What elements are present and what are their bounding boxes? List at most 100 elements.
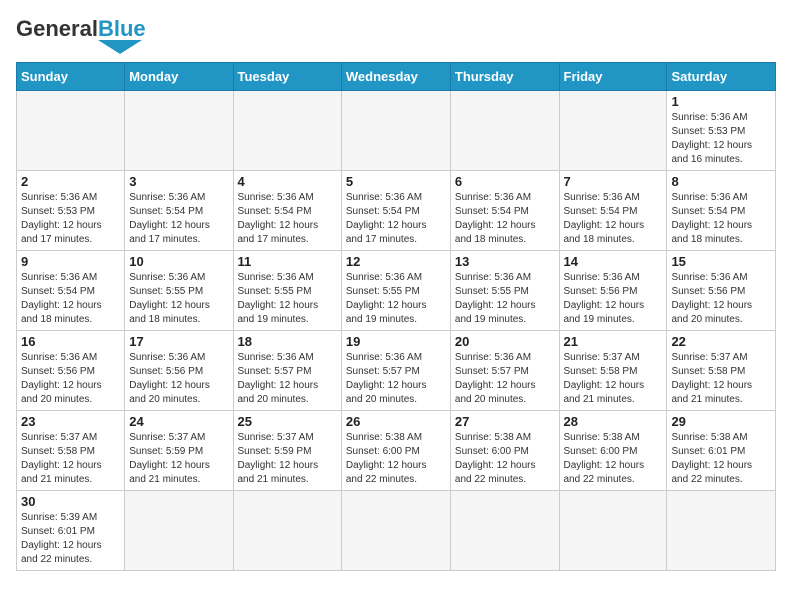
day-info: Sunrise: 5:36 AM Sunset: 5:54 PM Dayligh…: [564, 191, 663, 247]
day-number: 27: [455, 414, 555, 429]
calendar-day-cell: [125, 491, 233, 571]
day-info: Sunrise: 5:36 AM Sunset: 5:53 PM Dayligh…: [671, 111, 771, 167]
day-info: Sunrise: 5:38 AM Sunset: 6:00 PM Dayligh…: [455, 431, 555, 487]
day-info: Sunrise: 5:38 AM Sunset: 6:00 PM Dayligh…: [564, 431, 663, 487]
calendar-day-cell: 22 Sunrise: 5:37 AM Sunset: 5:58 PM Dayli…: [667, 331, 776, 411]
day-info: Sunrise: 5:36 AM Sunset: 5:56 PM Dayligh…: [671, 271, 771, 327]
day-info: Sunrise: 5:36 AM Sunset: 5:55 PM Dayligh…: [346, 271, 446, 327]
day-number: 21: [564, 334, 663, 349]
calendar-day-cell: 9 Sunrise: 5:36 AM Sunset: 5:54 PM Daylig…: [17, 251, 125, 331]
calendar-day-cell: 30 Sunrise: 5:39 AM Sunset: 6:01 PM Dayli…: [17, 491, 125, 571]
calendar-day-cell: [450, 491, 559, 571]
day-number: 18: [238, 334, 337, 349]
calendar-day-cell: [233, 91, 341, 171]
logo: General Blue: [16, 16, 146, 54]
day-info: Sunrise: 5:36 AM Sunset: 5:55 PM Dayligh…: [455, 271, 555, 327]
calendar-day-cell: [559, 491, 667, 571]
day-info: Sunrise: 5:36 AM Sunset: 5:57 PM Dayligh…: [346, 351, 446, 407]
day-info: Sunrise: 5:36 AM Sunset: 5:54 PM Dayligh…: [129, 191, 228, 247]
day-info: Sunrise: 5:36 AM Sunset: 5:56 PM Dayligh…: [21, 351, 120, 407]
day-of-week-header: Sunday: [17, 63, 125, 91]
day-info: Sunrise: 5:37 AM Sunset: 5:58 PM Dayligh…: [21, 431, 120, 487]
day-number: 4: [238, 174, 337, 189]
day-info: Sunrise: 5:36 AM Sunset: 5:53 PM Dayligh…: [21, 191, 120, 247]
day-info: Sunrise: 5:36 AM Sunset: 5:54 PM Dayligh…: [346, 191, 446, 247]
day-of-week-header: Monday: [125, 63, 233, 91]
calendar-header-row: SundayMondayTuesdayWednesdayThursdayFrid…: [17, 63, 776, 91]
day-number: 30: [21, 494, 120, 509]
day-number: 2: [21, 174, 120, 189]
day-info: Sunrise: 5:39 AM Sunset: 6:01 PM Dayligh…: [21, 511, 120, 567]
calendar-day-cell: 29 Sunrise: 5:38 AM Sunset: 6:01 PM Dayli…: [667, 411, 776, 491]
day-number: 20: [455, 334, 555, 349]
calendar-week-row: 23 Sunrise: 5:37 AM Sunset: 5:58 PM Dayli…: [17, 411, 776, 491]
calendar-day-cell: [125, 91, 233, 171]
calendar-day-cell: [450, 91, 559, 171]
calendar-day-cell: 26 Sunrise: 5:38 AM Sunset: 6:00 PM Dayli…: [341, 411, 450, 491]
day-number: 6: [455, 174, 555, 189]
day-of-week-header: Tuesday: [233, 63, 341, 91]
calendar-day-cell: 7 Sunrise: 5:36 AM Sunset: 5:54 PM Daylig…: [559, 171, 667, 251]
day-info: Sunrise: 5:38 AM Sunset: 6:01 PM Dayligh…: [671, 431, 771, 487]
day-of-week-header: Saturday: [667, 63, 776, 91]
day-info: Sunrise: 5:36 AM Sunset: 5:57 PM Dayligh…: [238, 351, 337, 407]
calendar-day-cell: 28 Sunrise: 5:38 AM Sunset: 6:00 PM Dayli…: [559, 411, 667, 491]
day-number: 12: [346, 254, 446, 269]
logo-general: General: [16, 16, 98, 42]
day-info: Sunrise: 5:37 AM Sunset: 5:58 PM Dayligh…: [671, 351, 771, 407]
day-info: Sunrise: 5:37 AM Sunset: 5:59 PM Dayligh…: [129, 431, 228, 487]
day-number: 23: [21, 414, 120, 429]
day-number: 25: [238, 414, 337, 429]
day-number: 16: [21, 334, 120, 349]
day-number: 8: [671, 174, 771, 189]
calendar-day-cell: [341, 491, 450, 571]
day-of-week-header: Wednesday: [341, 63, 450, 91]
day-info: Sunrise: 5:36 AM Sunset: 5:54 PM Dayligh…: [21, 271, 120, 327]
day-number: 22: [671, 334, 771, 349]
day-number: 11: [238, 254, 337, 269]
calendar-week-row: 2 Sunrise: 5:36 AM Sunset: 5:53 PM Daylig…: [17, 171, 776, 251]
day-number: 7: [564, 174, 663, 189]
calendar-week-row: 9 Sunrise: 5:36 AM Sunset: 5:54 PM Daylig…: [17, 251, 776, 331]
calendar-day-cell: 14Sunrise: 5:36 AM Sunset: 5:56 PM Dayli…: [559, 251, 667, 331]
calendar-table: SundayMondayTuesdayWednesdayThursdayFrid…: [16, 62, 776, 571]
day-info: Sunrise: 5:36 AM Sunset: 5:54 PM Dayligh…: [455, 191, 555, 247]
calendar-day-cell: 25 Sunrise: 5:37 AM Sunset: 5:59 PM Dayli…: [233, 411, 341, 491]
day-info: Sunrise: 5:38 AM Sunset: 6:00 PM Dayligh…: [346, 431, 446, 487]
calendar-day-cell: 12 Sunrise: 5:36 AM Sunset: 5:55 PM Dayli…: [341, 251, 450, 331]
logo-triangle-icon: [98, 40, 142, 54]
day-number: 9: [21, 254, 120, 269]
page-header: General Blue: [16, 16, 776, 54]
calendar-day-cell: 19Sunrise: 5:36 AM Sunset: 5:57 PM Dayli…: [341, 331, 450, 411]
day-info: Sunrise: 5:36 AM Sunset: 5:56 PM Dayligh…: [129, 351, 228, 407]
calendar-day-cell: 11 Sunrise: 5:36 AM Sunset: 5:55 PM Dayli…: [233, 251, 341, 331]
calendar-day-cell: 18 Sunrise: 5:36 AM Sunset: 5:57 PM Dayli…: [233, 331, 341, 411]
day-info: Sunrise: 5:36 AM Sunset: 5:55 PM Dayligh…: [238, 271, 337, 327]
day-number: 29: [671, 414, 771, 429]
calendar-day-cell: 27 Sunrise: 5:38 AM Sunset: 6:00 PM Dayli…: [450, 411, 559, 491]
calendar-day-cell: 3Sunrise: 5:36 AM Sunset: 5:54 PM Daylig…: [125, 171, 233, 251]
calendar-day-cell: 8 Sunrise: 5:36 AM Sunset: 5:54 PM Daylig…: [667, 171, 776, 251]
calendar-day-cell: 20Sunrise: 5:36 AM Sunset: 5:57 PM Dayli…: [450, 331, 559, 411]
calendar-day-cell: 24 Sunrise: 5:37 AM Sunset: 5:59 PM Dayli…: [125, 411, 233, 491]
calendar-day-cell: 15Sunrise: 5:36 AM Sunset: 5:56 PM Dayli…: [667, 251, 776, 331]
calendar-day-cell: 13 Sunrise: 5:36 AM Sunset: 5:55 PM Dayli…: [450, 251, 559, 331]
day-number: 24: [129, 414, 228, 429]
day-number: 1: [671, 94, 771, 109]
calendar-day-cell: [341, 91, 450, 171]
day-number: 26: [346, 414, 446, 429]
day-number: 28: [564, 414, 663, 429]
calendar-day-cell: 1 Sunrise: 5:36 AM Sunset: 5:53 PM Daylig…: [667, 91, 776, 171]
calendar-day-cell: [233, 491, 341, 571]
calendar-week-row: 30 Sunrise: 5:39 AM Sunset: 6:01 PM Dayli…: [17, 491, 776, 571]
day-info: Sunrise: 5:36 AM Sunset: 5:55 PM Dayligh…: [129, 271, 228, 327]
day-number: 14: [564, 254, 663, 269]
day-number: 13: [455, 254, 555, 269]
day-info: Sunrise: 5:36 AM Sunset: 5:54 PM Dayligh…: [671, 191, 771, 247]
day-number: 17: [129, 334, 228, 349]
calendar-day-cell: 5Sunrise: 5:36 AM Sunset: 5:54 PM Daylig…: [341, 171, 450, 251]
day-info: Sunrise: 5:36 AM Sunset: 5:54 PM Dayligh…: [238, 191, 337, 247]
day-of-week-header: Thursday: [450, 63, 559, 91]
calendar-day-cell: 23 Sunrise: 5:37 AM Sunset: 5:58 PM Dayli…: [17, 411, 125, 491]
day-info: Sunrise: 5:37 AM Sunset: 5:59 PM Dayligh…: [238, 431, 337, 487]
